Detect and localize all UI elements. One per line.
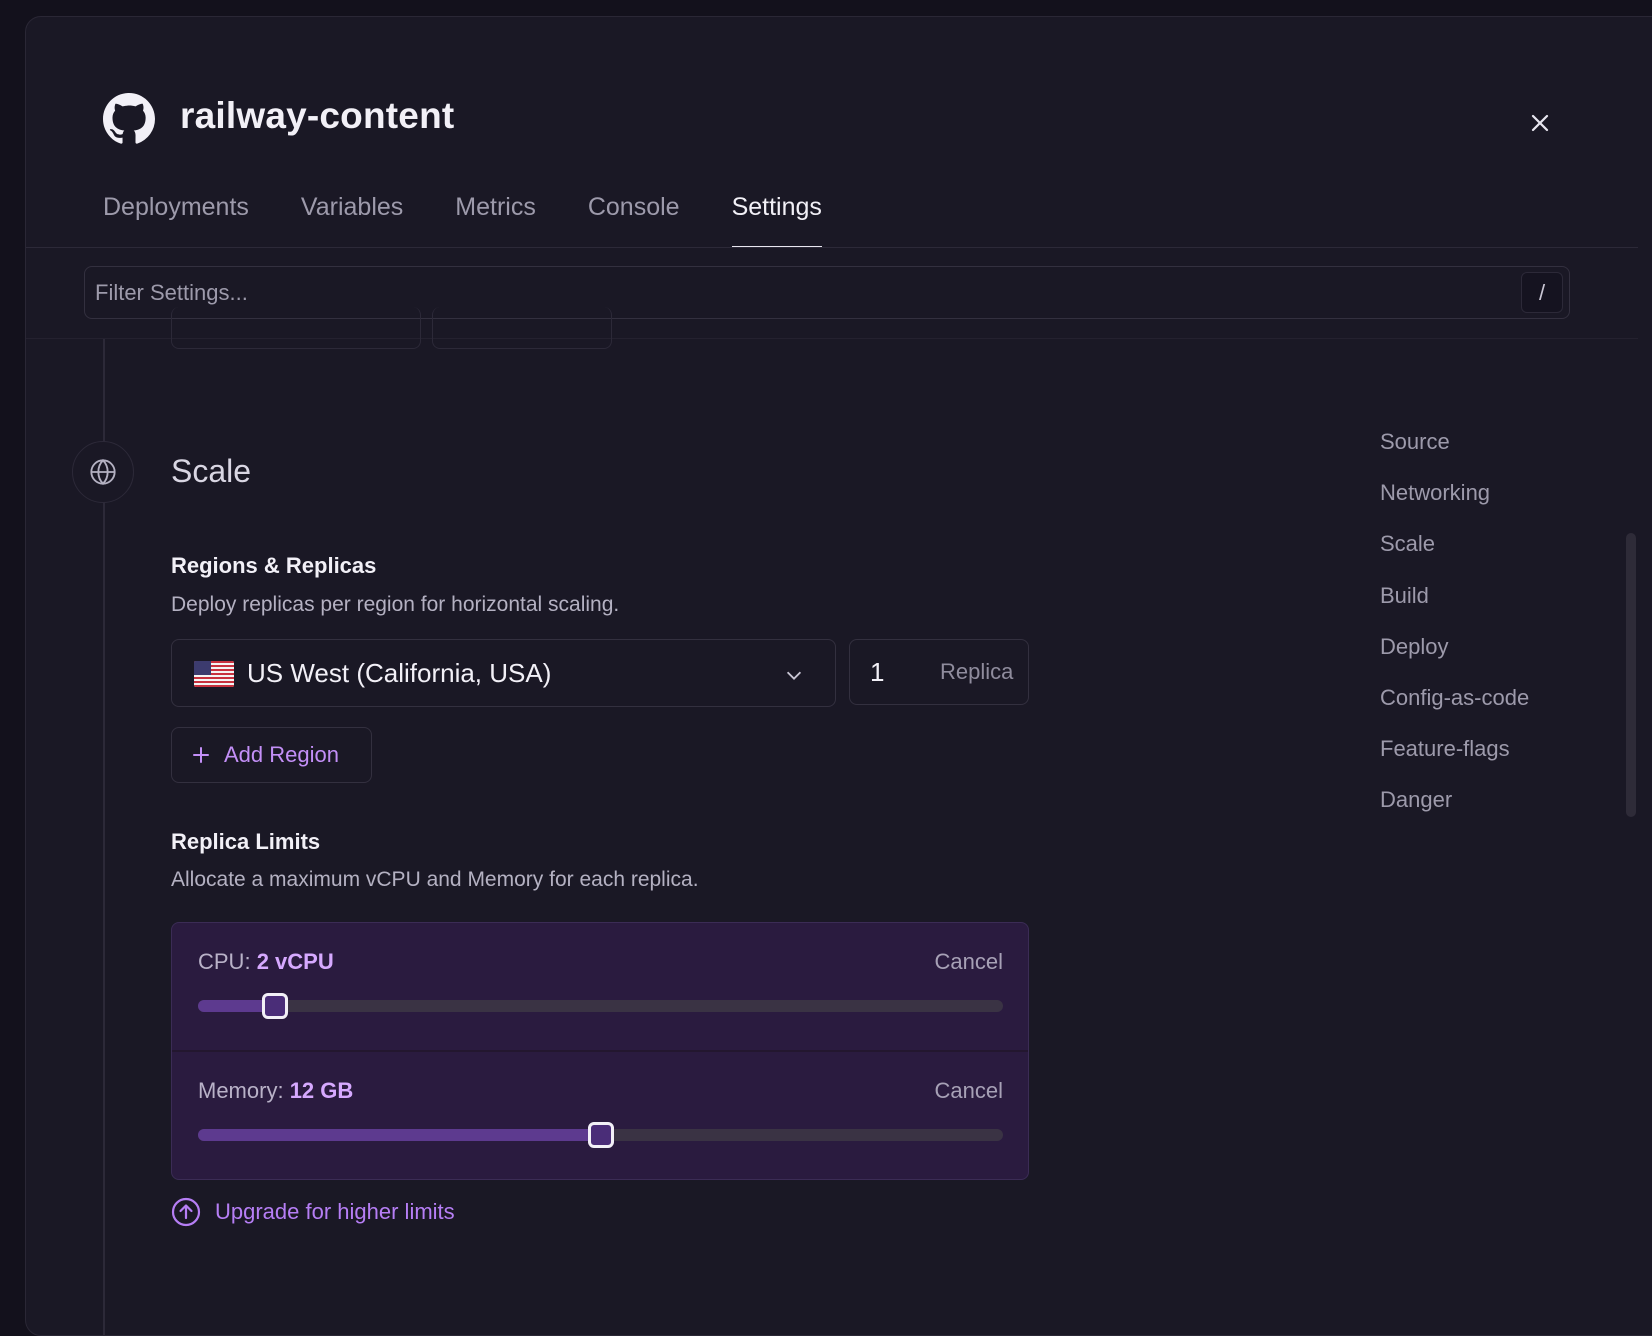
memory-slider[interactable] [198, 1122, 1003, 1148]
memory-cancel-button[interactable]: Cancel [935, 1078, 1003, 1104]
us-flag-icon [194, 661, 234, 687]
source-button-partial[interactable] [171, 307, 421, 349]
replica-count-input[interactable] [850, 640, 930, 704]
cpu-value: 2 vCPU [256, 949, 334, 974]
github-icon [103, 93, 155, 144]
cpu-label-text: CPU: [198, 949, 251, 974]
add-region-button[interactable]: Add Region [171, 727, 372, 783]
section-title-scale: Scale [171, 453, 252, 489]
memory-slider-thumb[interactable] [587, 1122, 614, 1148]
nav-scale[interactable]: Scale [1380, 531, 1435, 557]
nav-build[interactable]: Build [1380, 583, 1429, 609]
region-dropdown[interactable]: US West (California, USA) [171, 639, 836, 707]
replica-count-field: Replica [849, 639, 1029, 705]
service-panel: railway-content Deployments Variables Me… [25, 16, 1652, 1336]
memory-limit-label: Memory: 12 GB [198, 1078, 353, 1104]
replica-suffix: Replica [940, 659, 1014, 684]
memory-value: 12 GB [289, 1078, 354, 1103]
cpu-limit-label: CPU: 2 vCPU [198, 949, 334, 975]
shortcut-key: / [1521, 272, 1563, 313]
nav-source[interactable]: Source [1380, 429, 1450, 455]
memory-slider-fill [198, 1129, 601, 1141]
tab-variables[interactable]: Variables [301, 191, 403, 247]
limits-divider [172, 1050, 1028, 1052]
nav-feature-flags[interactable]: Feature-flags [1380, 736, 1510, 762]
cpu-cancel-button[interactable]: Cancel [935, 949, 1003, 975]
nav-danger[interactable]: Danger [1380, 787, 1452, 813]
upgrade-link[interactable]: Upgrade for higher limits [171, 1197, 455, 1227]
scrollbar[interactable] [1626, 533, 1636, 817]
replica-limits-panel: CPU: 2 vCPU Cancel Memory: 12 GB Cancel [171, 922, 1029, 1180]
tab-bar: Deployments Variables Metrics Console Se… [103, 191, 874, 248]
upgrade-label: Upgrade for higher limits [215, 1199, 455, 1224]
replica-limits-heading: Replica Limits [171, 829, 321, 854]
cpu-slider[interactable] [198, 993, 1003, 1019]
region-selected-value: US West (California, USA) [247, 658, 552, 688]
source-button-partial-2[interactable] [432, 307, 612, 349]
chevron-down-icon [786, 671, 802, 680]
tab-settings[interactable]: Settings [731, 191, 823, 248]
header-divider [26, 247, 1638, 248]
cpu-slider-thumb[interactable] [262, 993, 289, 1019]
nav-config-as-code[interactable]: Config-as-code [1380, 685, 1529, 711]
close-button[interactable] [1526, 109, 1554, 137]
tab-console[interactable]: Console [588, 191, 680, 247]
regions-description: Deploy replicas per region for horizonta… [171, 593, 620, 616]
memory-label-text: Memory: [198, 1078, 284, 1103]
tab-deployments[interactable]: Deployments [103, 191, 249, 247]
plus-icon [192, 746, 210, 764]
add-region-label: Add Region [224, 742, 339, 767]
scale-section-icon [72, 441, 134, 503]
replica-limits-description: Allocate a maximum vCPU and Memory for e… [171, 868, 699, 891]
arrow-up-circle-icon [171, 1197, 201, 1227]
tab-metrics[interactable]: Metrics [455, 191, 536, 247]
nav-networking[interactable]: Networking [1380, 480, 1490, 506]
page-title: railway-content [180, 95, 455, 136]
close-icon [1531, 114, 1549, 132]
regions-heading: Regions & Replicas [171, 553, 377, 578]
panel-header: railway-content Deployments Variables Me… [26, 17, 1638, 248]
nav-deploy[interactable]: Deploy [1380, 634, 1448, 660]
globe-icon [90, 459, 116, 485]
